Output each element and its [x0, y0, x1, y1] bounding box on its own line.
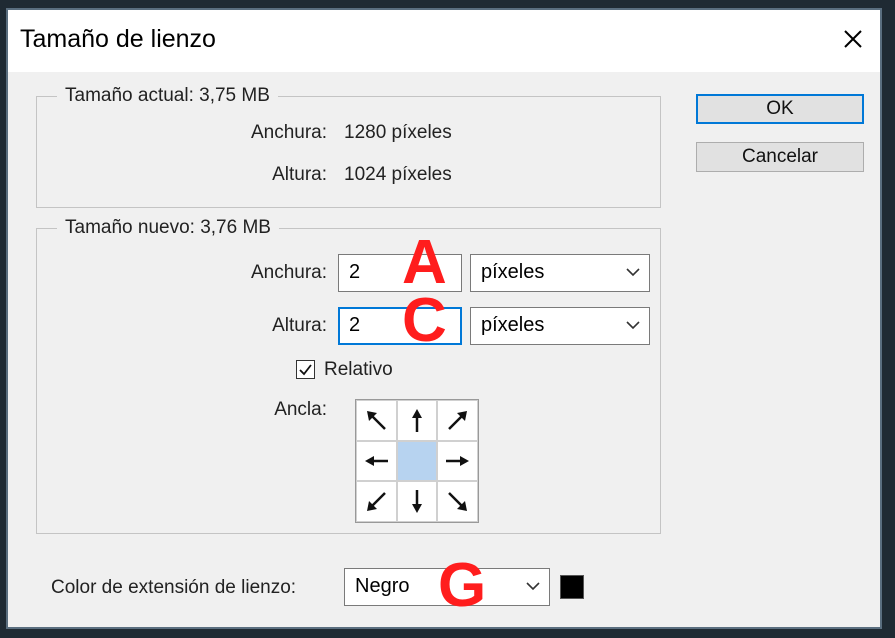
anchor-top[interactable]: [396, 400, 438, 441]
anchor-right[interactable]: [437, 440, 478, 482]
relative-checkbox[interactable]: [296, 360, 315, 379]
extension-color-label: Color de extensión de lienzo:: [51, 577, 297, 598]
extension-color-value: Negro: [355, 575, 410, 597]
width-unit-select[interactable]: píxeles: [470, 254, 650, 292]
checkmark-icon: [299, 364, 312, 376]
cancel-button[interactable]: Cancelar: [696, 142, 864, 172]
canvas-size-dialog: Tamaño de lienzo Tamaño actual: 3,75 MB …: [6, 8, 882, 629]
title-bar: Tamaño de lienzo: [8, 10, 880, 72]
anchor-left[interactable]: [356, 440, 397, 482]
new-size-legend: Tamaño nuevo: 3,76 MB: [57, 217, 279, 239]
anchor-bottom-left[interactable]: [356, 481, 397, 522]
annotation-g: G: [438, 551, 487, 620]
chevron-down-icon: [526, 582, 540, 591]
width-unit-value: píxeles: [481, 261, 545, 283]
arrow-left-icon: [365, 455, 389, 466]
arrow-down-right-icon: [447, 491, 467, 511]
current-width-value: 1280 píxeles: [344, 122, 452, 143]
anchor-top-right[interactable]: [437, 400, 478, 441]
chevron-down-icon: [626, 321, 640, 330]
annotation-a: A: [402, 228, 447, 297]
height-unit-select[interactable]: píxeles: [470, 307, 650, 345]
close-icon: [844, 30, 862, 48]
current-height-value: 1024 píxeles: [344, 164, 452, 185]
anchor-label: Ancla:: [274, 399, 327, 420]
extension-color-swatch[interactable]: [560, 575, 584, 599]
dialog-title: Tamaño de lienzo: [20, 25, 216, 53]
annotation-c: C: [402, 286, 447, 355]
close-button[interactable]: [840, 26, 866, 52]
current-size-legend: Tamaño actual: 3,75 MB: [57, 85, 278, 107]
arrow-up-icon: [411, 409, 422, 433]
anchor-grid: [355, 399, 479, 523]
arrow-up-right-icon: [447, 411, 467, 431]
ok-button[interactable]: OK: [696, 94, 864, 124]
arrow-down-icon: [411, 489, 422, 513]
relative-label: Relativo: [324, 359, 393, 380]
chevron-down-icon: [626, 268, 640, 277]
current-size-group: Tamaño actual: 3,75 MB: [36, 85, 661, 208]
anchor-bottom[interactable]: [396, 481, 438, 522]
new-width-label: Anchura:: [250, 262, 327, 283]
new-height-label: Altura:: [272, 315, 327, 336]
anchor-top-left[interactable]: [356, 400, 397, 441]
arrow-right-icon: [445, 455, 469, 466]
arrow-up-left-icon: [367, 411, 387, 431]
current-height-label: Altura:: [272, 164, 327, 185]
anchor-bottom-right[interactable]: [437, 481, 478, 522]
height-unit-value: píxeles: [481, 314, 545, 336]
current-width-label: Anchura:: [250, 122, 327, 143]
arrow-down-left-icon: [367, 491, 387, 511]
anchor-center[interactable]: [396, 440, 438, 482]
